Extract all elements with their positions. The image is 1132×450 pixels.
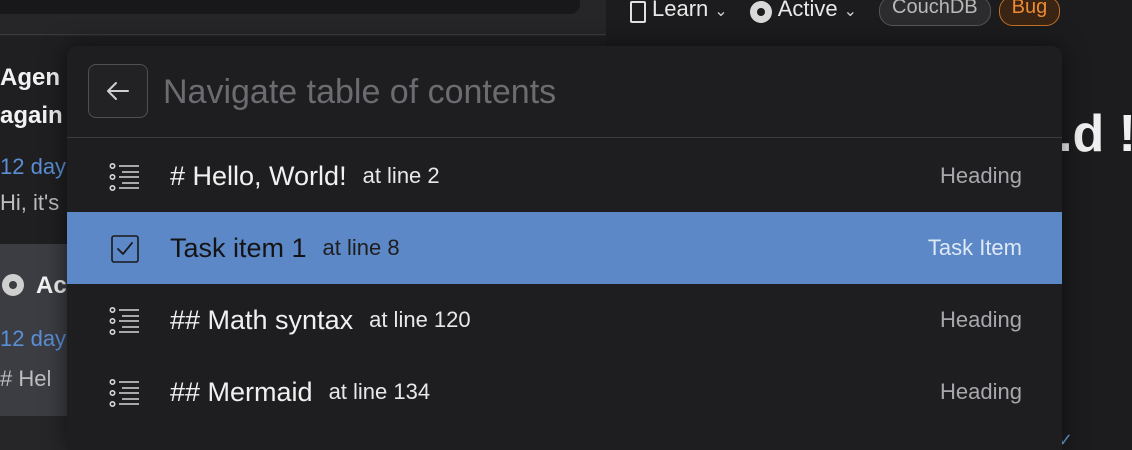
toc-result-text: # Hello, World! at line 2 — [170, 140, 440, 212]
divider — [0, 34, 606, 35]
toc-result-kind: Heading — [940, 379, 1022, 404]
status-dropdown[interactable]: Active ⌄ — [749, 0, 871, 23]
note-title: Ac — [36, 272, 67, 299]
toc-result-line: at line 134 — [328, 379, 431, 404]
toc-result-item[interactable]: # Hello, World! at line 2 Heading — [67, 140, 1062, 212]
arrow-left-icon — [107, 82, 129, 100]
toc-result-line: at line 8 — [322, 235, 400, 260]
toc-switcher-dialog: # Hello, World! at line 2 Heading Task i… — [67, 46, 1062, 450]
toc-result-item[interactable]: ## Mermaid at line 134 Heading — [67, 356, 1062, 428]
toc-result-title: ## Math syntax — [170, 304, 354, 335]
editor-heading: .d ! — [1058, 105, 1132, 163]
learn-dropdown[interactable]: Learn ⌄ — [630, 0, 742, 23]
checkbox-icon — [109, 234, 141, 264]
note-snippet: # Hel — [0, 366, 52, 391]
list-icon — [109, 162, 141, 192]
toc-result-line: at line 2 — [362, 163, 440, 188]
toc-result-item-selected[interactable]: Task item 1 at line 8 Task Item — [67, 212, 1062, 284]
toc-result-item[interactable]: ## Math syntax at line 120 Heading — [67, 284, 1062, 356]
note-date: 12 day — [0, 326, 67, 351]
toc-result-kind: Heading — [940, 307, 1022, 332]
status-active-icon — [749, 1, 772, 23]
status-label: Active — [777, 0, 838, 21]
toc-result-kind: Heading — [940, 163, 1022, 188]
toc-result-kind: Task Item — [927, 235, 1022, 260]
status-active-icon — [2, 274, 24, 296]
app-window: Agen again 12 day Hi, it's Ac 12 day # H… — [0, 0, 1132, 450]
note-date: 12 day — [0, 154, 67, 179]
toc-result-text: ## Mermaid at line 134 — [170, 356, 430, 428]
toc-result-text: ## Math syntax at line 120 — [170, 284, 471, 356]
toc-result-line: at line 120 — [369, 307, 471, 332]
learn-label: Learn — [652, 0, 709, 21]
toc-result-title: ## Mermaid — [170, 376, 313, 407]
chevron-down-icon: ⌄ — [843, 3, 858, 20]
chevron-down-icon: ⌄ — [714, 3, 728, 20]
toc-result-title: # Hello, World! — [170, 160, 347, 191]
note-title: Agen — [0, 64, 60, 91]
toc-search-input[interactable] — [163, 66, 1043, 118]
note-list-header — [0, 0, 580, 14]
toc-result-text: Task item 1 at line 8 — [170, 212, 400, 284]
list-icon — [109, 378, 141, 408]
toc-results-list: # Hello, World! at line 2 Heading Task i… — [67, 140, 1062, 428]
note-title-continued: again — [0, 102, 63, 129]
back-button[interactable] — [88, 64, 148, 118]
tag-bug[interactable]: Bug — [998, 0, 1061, 26]
book-icon — [630, 1, 646, 23]
note-snippet: Hi, it's — [0, 190, 60, 215]
editor-toolbar: Learn ⌄ Active ⌄ CouchDB Bug — [630, 0, 1061, 30]
switcher-search-row — [67, 46, 1062, 138]
toc-result-title: Task item 1 — [170, 232, 307, 263]
tag-couchdb[interactable]: CouchDB — [879, 0, 991, 26]
list-icon — [109, 306, 141, 336]
